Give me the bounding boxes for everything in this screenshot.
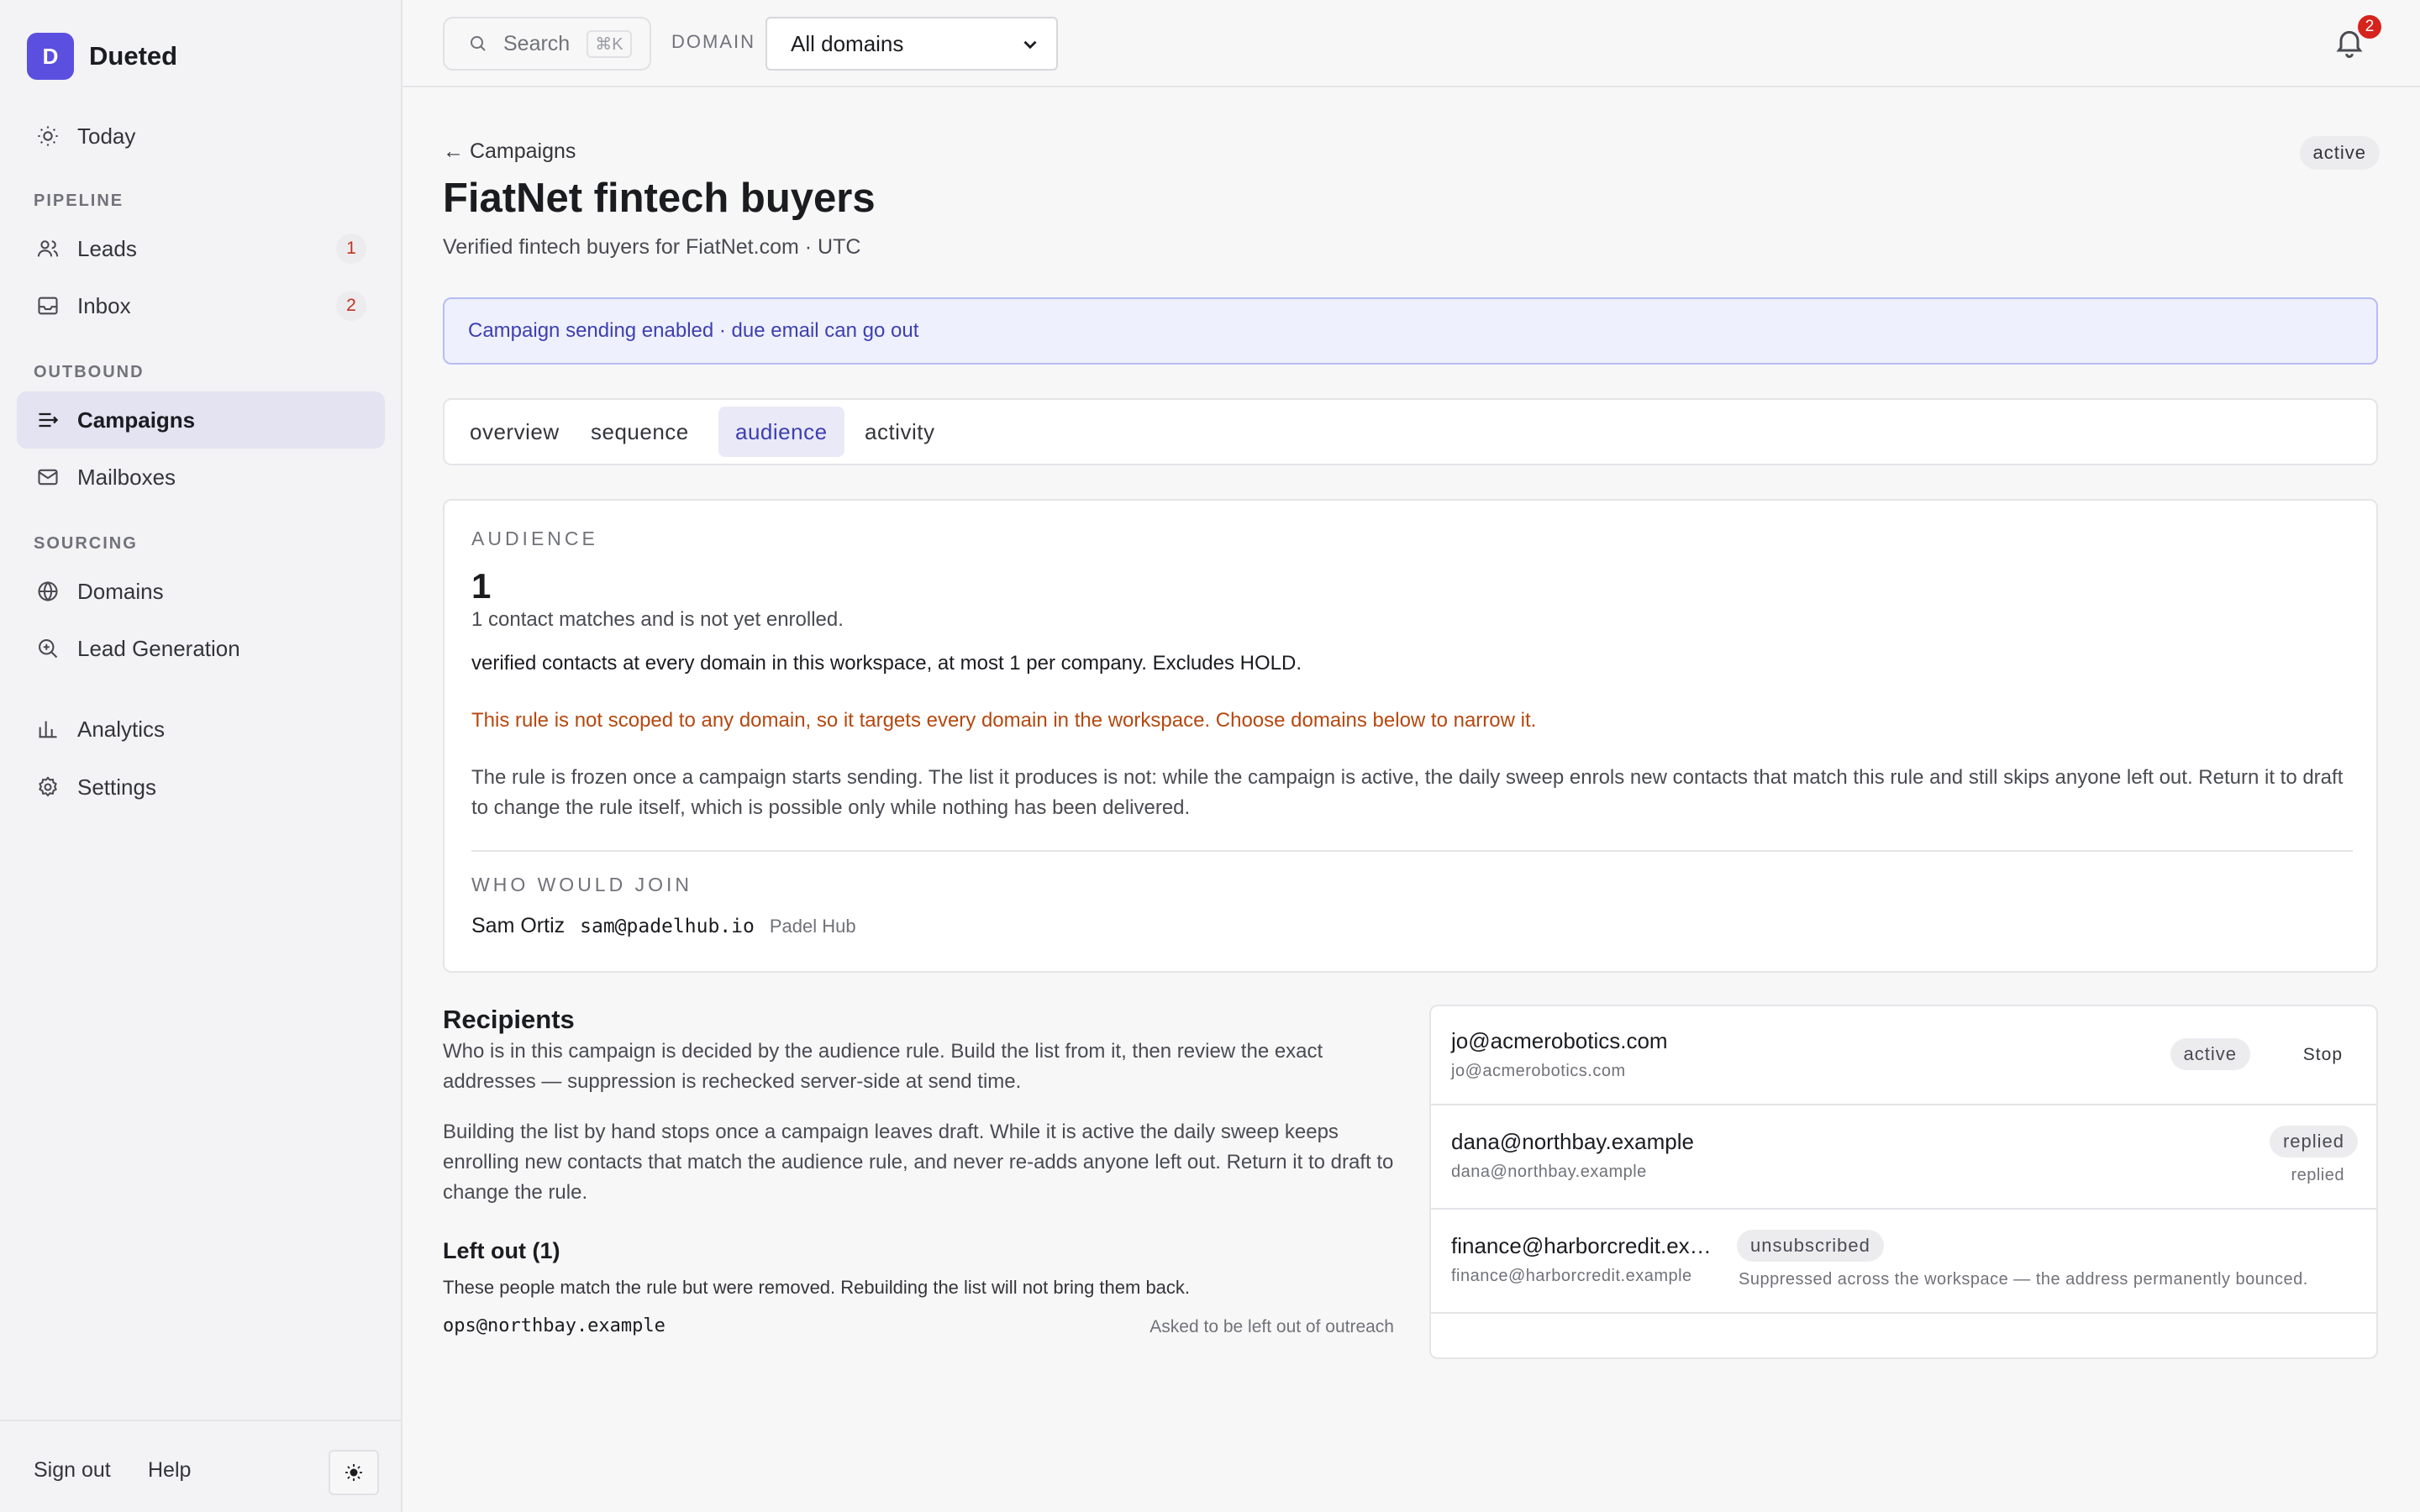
sidebar-item-label: Lead Generation bbox=[77, 635, 240, 661]
sidebar-footer: Sign out Help bbox=[0, 1420, 401, 1512]
audience-count-note: 1 contact matches and is not yet enrolle… bbox=[471, 608, 844, 631]
candidate-company: Padel Hub bbox=[769, 916, 856, 937]
join-candidate: Sam Ortiz sam@padelhub.io Padel Hub bbox=[471, 914, 856, 938]
page-subtitle: Verified fintech buyers for FiatNet.com … bbox=[443, 235, 861, 259]
topbar: Search ⌘K DOMAIN All domains 2 bbox=[402, 0, 2420, 87]
audience-heading: AUDIENCE bbox=[471, 528, 598, 549]
sidebar-item-label: Campaigns bbox=[77, 407, 196, 433]
sidebar-item-label: Leads bbox=[77, 235, 137, 261]
left-out-note: These people match the rule but were rem… bbox=[443, 1277, 1191, 1298]
audience-count: 1 bbox=[471, 566, 492, 606]
inbox-icon bbox=[35, 293, 60, 318]
tab-overview[interactable]: overview bbox=[453, 407, 576, 457]
back-to-campaigns-link[interactable]: ← Campaigns bbox=[443, 139, 576, 164]
sending-notice: Campaign sending enabled · due email can… bbox=[443, 297, 2378, 365]
sidebar-item-today[interactable]: Today bbox=[17, 108, 385, 165]
tab-audience[interactable]: audience bbox=[718, 407, 844, 457]
brand-name: Dueted bbox=[89, 41, 178, 71]
sidebar-item-leads[interactable]: Leads 1 bbox=[17, 220, 385, 277]
domain-select[interactable]: All domains bbox=[765, 17, 1058, 71]
status-badge: replied bbox=[2269, 1126, 2358, 1158]
candidate-name: Sam Ortiz bbox=[471, 914, 566, 937]
left-out-heading: Left out (1) bbox=[443, 1238, 560, 1263]
status-badge: unsubscribed bbox=[1737, 1230, 1884, 1262]
sidebar-item-campaigns[interactable]: Campaigns bbox=[17, 391, 385, 449]
sidebar-item-settings[interactable]: Settings bbox=[17, 759, 385, 816]
recipient-email: jo@acmerobotics.com bbox=[1451, 1028, 1668, 1053]
left-out-reason: Asked to be left out of outreach bbox=[1150, 1317, 1394, 1336]
chevron-down-icon bbox=[1023, 40, 1037, 50]
sidebar-item-analytics[interactable]: Analytics bbox=[17, 701, 385, 758]
list-item[interactable]: dana@northbay.example dana@northbay.exam… bbox=[1431, 1105, 2376, 1210]
campaign-status-badge: active bbox=[2299, 136, 2380, 170]
list-item[interactable]: finance@harborcredit.ex… finance@harborc… bbox=[1431, 1210, 2376, 1314]
inbox-count-badge: 2 bbox=[336, 291, 366, 321]
sidebar-item-inbox[interactable]: Inbox 2 bbox=[17, 277, 385, 334]
gear-icon bbox=[35, 774, 60, 800]
sign-out-link[interactable]: Sign out bbox=[34, 1458, 111, 1483]
globe-icon bbox=[35, 579, 60, 604]
sidebar-item-label: Domains bbox=[77, 578, 164, 604]
sun-icon bbox=[345, 1464, 362, 1481]
sun-icon bbox=[35, 123, 60, 149]
section-label-sourcing: SOURCING bbox=[34, 534, 138, 553]
candidate-email: sam@padelhub.io bbox=[580, 916, 755, 937]
left-out-email: ops@northbay.example bbox=[443, 1315, 666, 1336]
users-icon bbox=[35, 236, 60, 261]
main-content: ← Campaigns active FiatNet fintech buyer… bbox=[402, 87, 2420, 1512]
sidebar-item-label: Settings bbox=[77, 774, 156, 800]
list-item[interactable]: jo@acmerobotics.com jo@acmerobotics.com … bbox=[1431, 1006, 2376, 1105]
audience-rule: verified contacts at every domain in thi… bbox=[471, 652, 1302, 675]
who-would-join-heading: WHO WOULD JOIN bbox=[471, 874, 692, 895]
tab-activity[interactable]: activity bbox=[848, 407, 951, 457]
recipients-heading: Recipients bbox=[443, 1005, 575, 1034]
search-icon bbox=[471, 36, 486, 51]
recipient-email: finance@harborcredit.ex… bbox=[1451, 1233, 1712, 1258]
domain-select-value: All domains bbox=[791, 30, 904, 56]
audience-frozen-note: The rule is frozen once a campaign start… bbox=[471, 766, 2344, 819]
sidebar-item-label: Today bbox=[77, 123, 136, 149]
search-plus-icon bbox=[35, 636, 60, 661]
sidebar-item-label: Analytics bbox=[77, 716, 166, 742]
recipient-email: dana@northbay.example bbox=[1451, 1129, 1694, 1154]
sidebar-item-mailboxes[interactable]: Mailboxes bbox=[17, 449, 385, 506]
campaigns-icon bbox=[35, 407, 60, 433]
recipient-address: dana@northbay.example bbox=[1451, 1163, 1647, 1181]
search-input[interactable]: Search ⌘K bbox=[443, 17, 651, 71]
leads-count-badge: 1 bbox=[336, 234, 366, 264]
recipients-sweep-note: Building the list by hand stops once a c… bbox=[443, 1121, 1394, 1204]
brand-logo: D bbox=[27, 33, 74, 80]
status-badge: active bbox=[2170, 1038, 2250, 1070]
notification-badge: 2 bbox=[2356, 13, 2383, 40]
help-link[interactable]: Help bbox=[148, 1458, 191, 1483]
status-note: Suppressed across the workspace — the ad… bbox=[1739, 1270, 2308, 1289]
search-shortcut: ⌘K bbox=[587, 29, 632, 58]
theme-toggle-button[interactable] bbox=[329, 1450, 379, 1495]
sidebar-item-label: Mailboxes bbox=[77, 464, 176, 490]
status-note: replied bbox=[2291, 1166, 2344, 1184]
domain-label: DOMAIN bbox=[671, 31, 755, 52]
sidebar: D Dueted Today PIPELINE Leads 1 Inbox 2 … bbox=[0, 0, 402, 1512]
section-label-outbound: OUTBOUND bbox=[34, 363, 145, 381]
stop-button[interactable]: Stop bbox=[2303, 1045, 2343, 1065]
audience-card: AUDIENCE 1 1 contact matches and is not … bbox=[443, 499, 2378, 973]
section-label-pipeline: PIPELINE bbox=[34, 192, 124, 210]
sidebar-item-lead-generation[interactable]: Lead Generation bbox=[17, 620, 385, 677]
recipients-list: jo@acmerobotics.com jo@acmerobotics.com … bbox=[1429, 1005, 2378, 1359]
campaign-tabs: overview sequence audience activity bbox=[443, 398, 2378, 465]
search-placeholder: Search bbox=[503, 31, 571, 55]
recipients-description: Who is in this campaign is decided by th… bbox=[443, 1040, 1323, 1093]
sidebar-item-domains[interactable]: Domains bbox=[17, 563, 385, 620]
audience-scope-warning: This rule is not scoped to any domain, s… bbox=[471, 709, 1537, 732]
page-title: FiatNet fintech buyers bbox=[443, 176, 876, 221]
brand[interactable]: D Dueted bbox=[27, 33, 177, 80]
mail-icon bbox=[35, 465, 60, 490]
recipient-address: finance@harborcredit.example bbox=[1451, 1267, 1692, 1285]
sidebar-item-label: Inbox bbox=[77, 292, 131, 318]
divider bbox=[471, 850, 2353, 852]
bar-chart-icon bbox=[35, 717, 60, 742]
recipient-address: jo@acmerobotics.com bbox=[1451, 1062, 1626, 1080]
tab-sequence[interactable]: sequence bbox=[574, 407, 706, 457]
